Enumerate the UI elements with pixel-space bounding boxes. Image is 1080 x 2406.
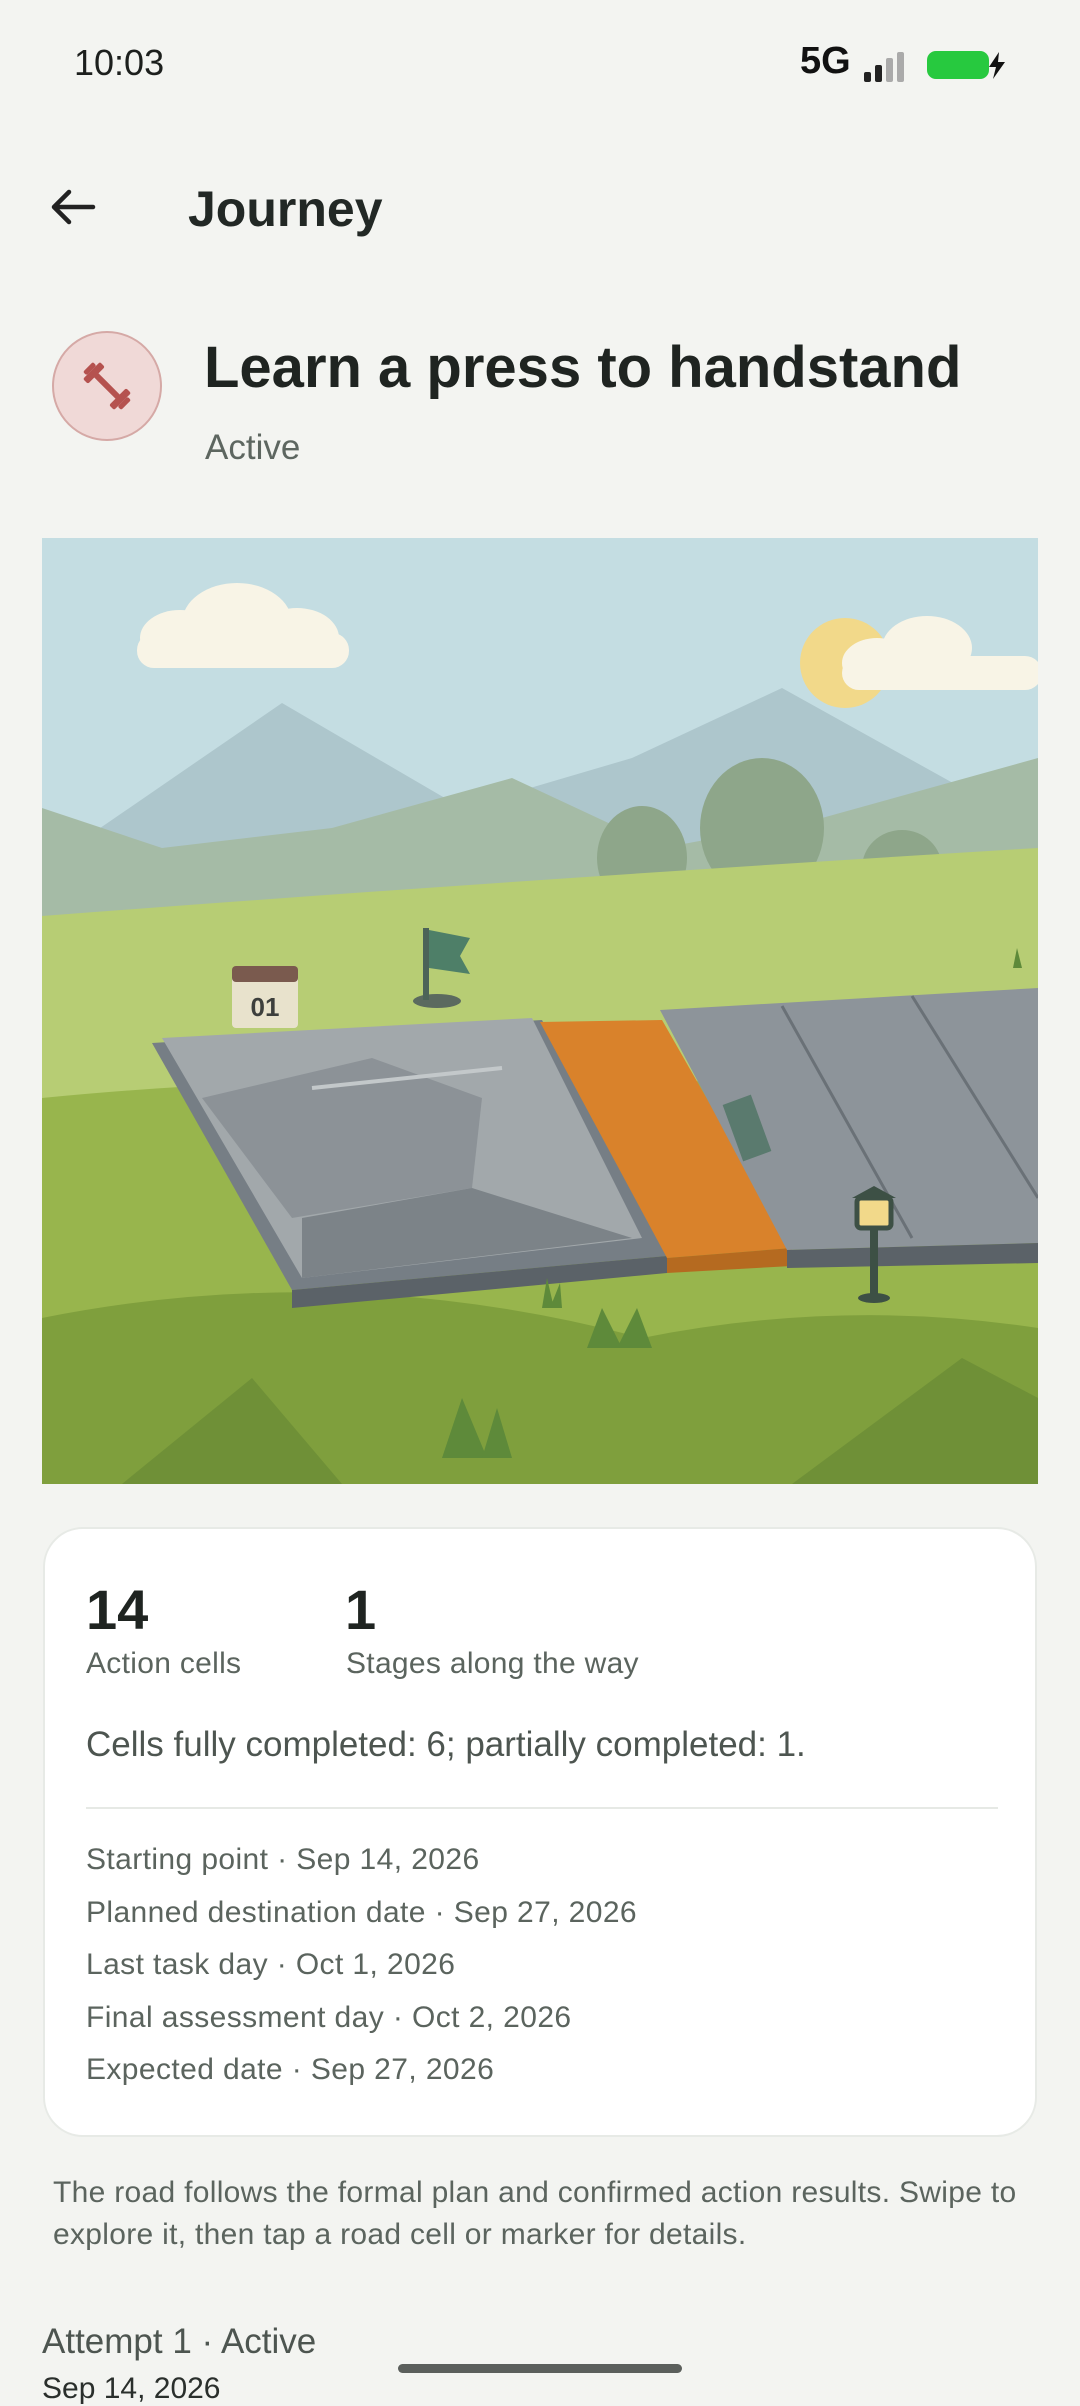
attempt-title[interactable]: Attempt 1 · Active [42,2322,316,2362]
stages-label: Stages along the way [346,1647,639,1680]
stages-count: 1 [345,1578,377,1641]
status-time: 10:03 [74,42,165,83]
date-final-assessment: Final assessment day · Oct 2, 2026 [86,2001,572,2034]
goal-title: Learn a press to handstand [204,335,962,400]
date-last-task: Last task day · Oct 1, 2026 [86,1948,456,1981]
road-scene: 01 [42,538,1038,1484]
signal-icon [864,52,904,82]
help-text: The road follows the formal plan and con… [53,2176,1017,2251]
page-title: Journey [188,181,383,237]
divider [86,1807,998,1809]
goal-avatar [52,331,162,441]
date-starting-point: Starting point · Sep 14, 2026 [86,1843,480,1876]
completion-summary: Cells fully completed: 6; partially comp… [86,1725,806,1764]
date-planned-destination: Planned destination date · Sep 27, 2026 [86,1896,638,1929]
back-button[interactable] [36,170,110,244]
action-cells-count: 14 [86,1578,149,1641]
home-indicator[interactable] [398,2364,682,2373]
date-expected: Expected date · Sep 27, 2026 [86,2053,495,2086]
dumbbell-icon [83,362,131,410]
journey-road-map[interactable]: 01 [42,538,1038,1484]
action-cells-label: Action cells [86,1647,242,1680]
battery-charging-icon [927,51,1005,79]
goal-status: Active [205,428,301,467]
network-type: 5G [800,40,851,82]
calendar-marker-icon: 01 [232,966,298,1028]
arrow-left-icon [51,189,96,225]
attempt-date: Sep 14, 2026 [42,2372,221,2405]
journey-stats-card: 14 Action cells 1 Stages along the way C… [43,1527,1037,2137]
marker-label: 01 [251,992,280,1022]
